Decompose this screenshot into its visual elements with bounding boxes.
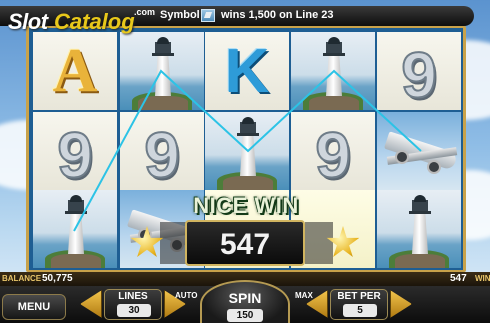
lines-field: LINES 30 xyxy=(104,289,162,320)
lines-value: 30 xyxy=(117,304,151,317)
nine-icon: 9 xyxy=(56,118,94,190)
win-amount-box: 547 xyxy=(185,220,305,266)
nine-icon: 9 xyxy=(314,118,352,190)
symbol-lighthouse xyxy=(33,190,117,268)
symbol-lighthouse xyxy=(377,190,461,268)
nine-icon: 9 xyxy=(400,38,438,110)
message-text: wins 1,500 on Line 23 xyxy=(221,9,334,21)
message-symbol-label: Symbol xyxy=(160,9,200,21)
letter-k-icon: K xyxy=(224,37,270,106)
win-value: 547 xyxy=(450,273,467,284)
lines-decrease-button[interactable] xyxy=(80,290,102,318)
symbol-nine: 9 xyxy=(120,112,204,190)
win-panel-right xyxy=(305,222,333,264)
symbol-k: K xyxy=(205,32,289,110)
menu-button[interactable]: MENU xyxy=(2,294,66,320)
balance-label: BALANCE xyxy=(2,274,42,283)
bet-increase-button[interactable] xyxy=(390,290,412,318)
letter-a-icon: A xyxy=(52,37,98,105)
control-panel: BALANCE 50,775 547 WIN MENU LINES 30 AUT… xyxy=(0,272,490,323)
site-logo: Slot Catalog .com xyxy=(8,7,156,39)
symbol-lighthouse xyxy=(205,112,289,190)
symbol-a: A xyxy=(33,32,117,110)
symbol-nine: 9 xyxy=(291,112,375,190)
controls-bar: MENU LINES 30 AUTO SPIN 150 MAX BET PER … xyxy=(0,280,490,323)
total-bet-value: 150 xyxy=(227,309,263,322)
nine-icon: 9 xyxy=(143,118,181,190)
plane-symbol-icon xyxy=(201,9,215,22)
win-panel-left xyxy=(160,222,188,264)
logo-suffix-text: .com xyxy=(134,7,156,17)
max-bet-button[interactable]: MAX xyxy=(295,291,313,300)
symbol-plane xyxy=(377,112,461,190)
spin-label: SPIN xyxy=(228,290,262,306)
symbol-nine: 9 xyxy=(377,32,461,110)
balance-value: 50,775 xyxy=(42,273,73,284)
bet-per-label: BET PER xyxy=(337,291,381,302)
logo-slot-text: Slot xyxy=(8,9,48,34)
win-amount: 547 xyxy=(219,228,271,261)
spin-button[interactable]: SPIN 150 xyxy=(200,280,290,323)
symbol-lighthouse xyxy=(291,32,375,110)
win-label: WIN xyxy=(475,274,490,283)
auto-button[interactable]: AUTO xyxy=(175,291,198,300)
lines-label: LINES xyxy=(118,291,148,302)
symbol-lighthouse xyxy=(120,32,204,110)
nice-win-title: NICE WIN xyxy=(193,193,299,218)
logo-catalog-text: Catalog xyxy=(54,9,135,34)
game-stage: Symbol wins 1,500 on Line 23 A K 9 9 9 9… xyxy=(0,0,490,323)
bet-per-field: BET PER 5 xyxy=(330,289,388,320)
symbol-nine: 9 xyxy=(33,112,117,190)
bet-per-value: 5 xyxy=(343,304,377,317)
